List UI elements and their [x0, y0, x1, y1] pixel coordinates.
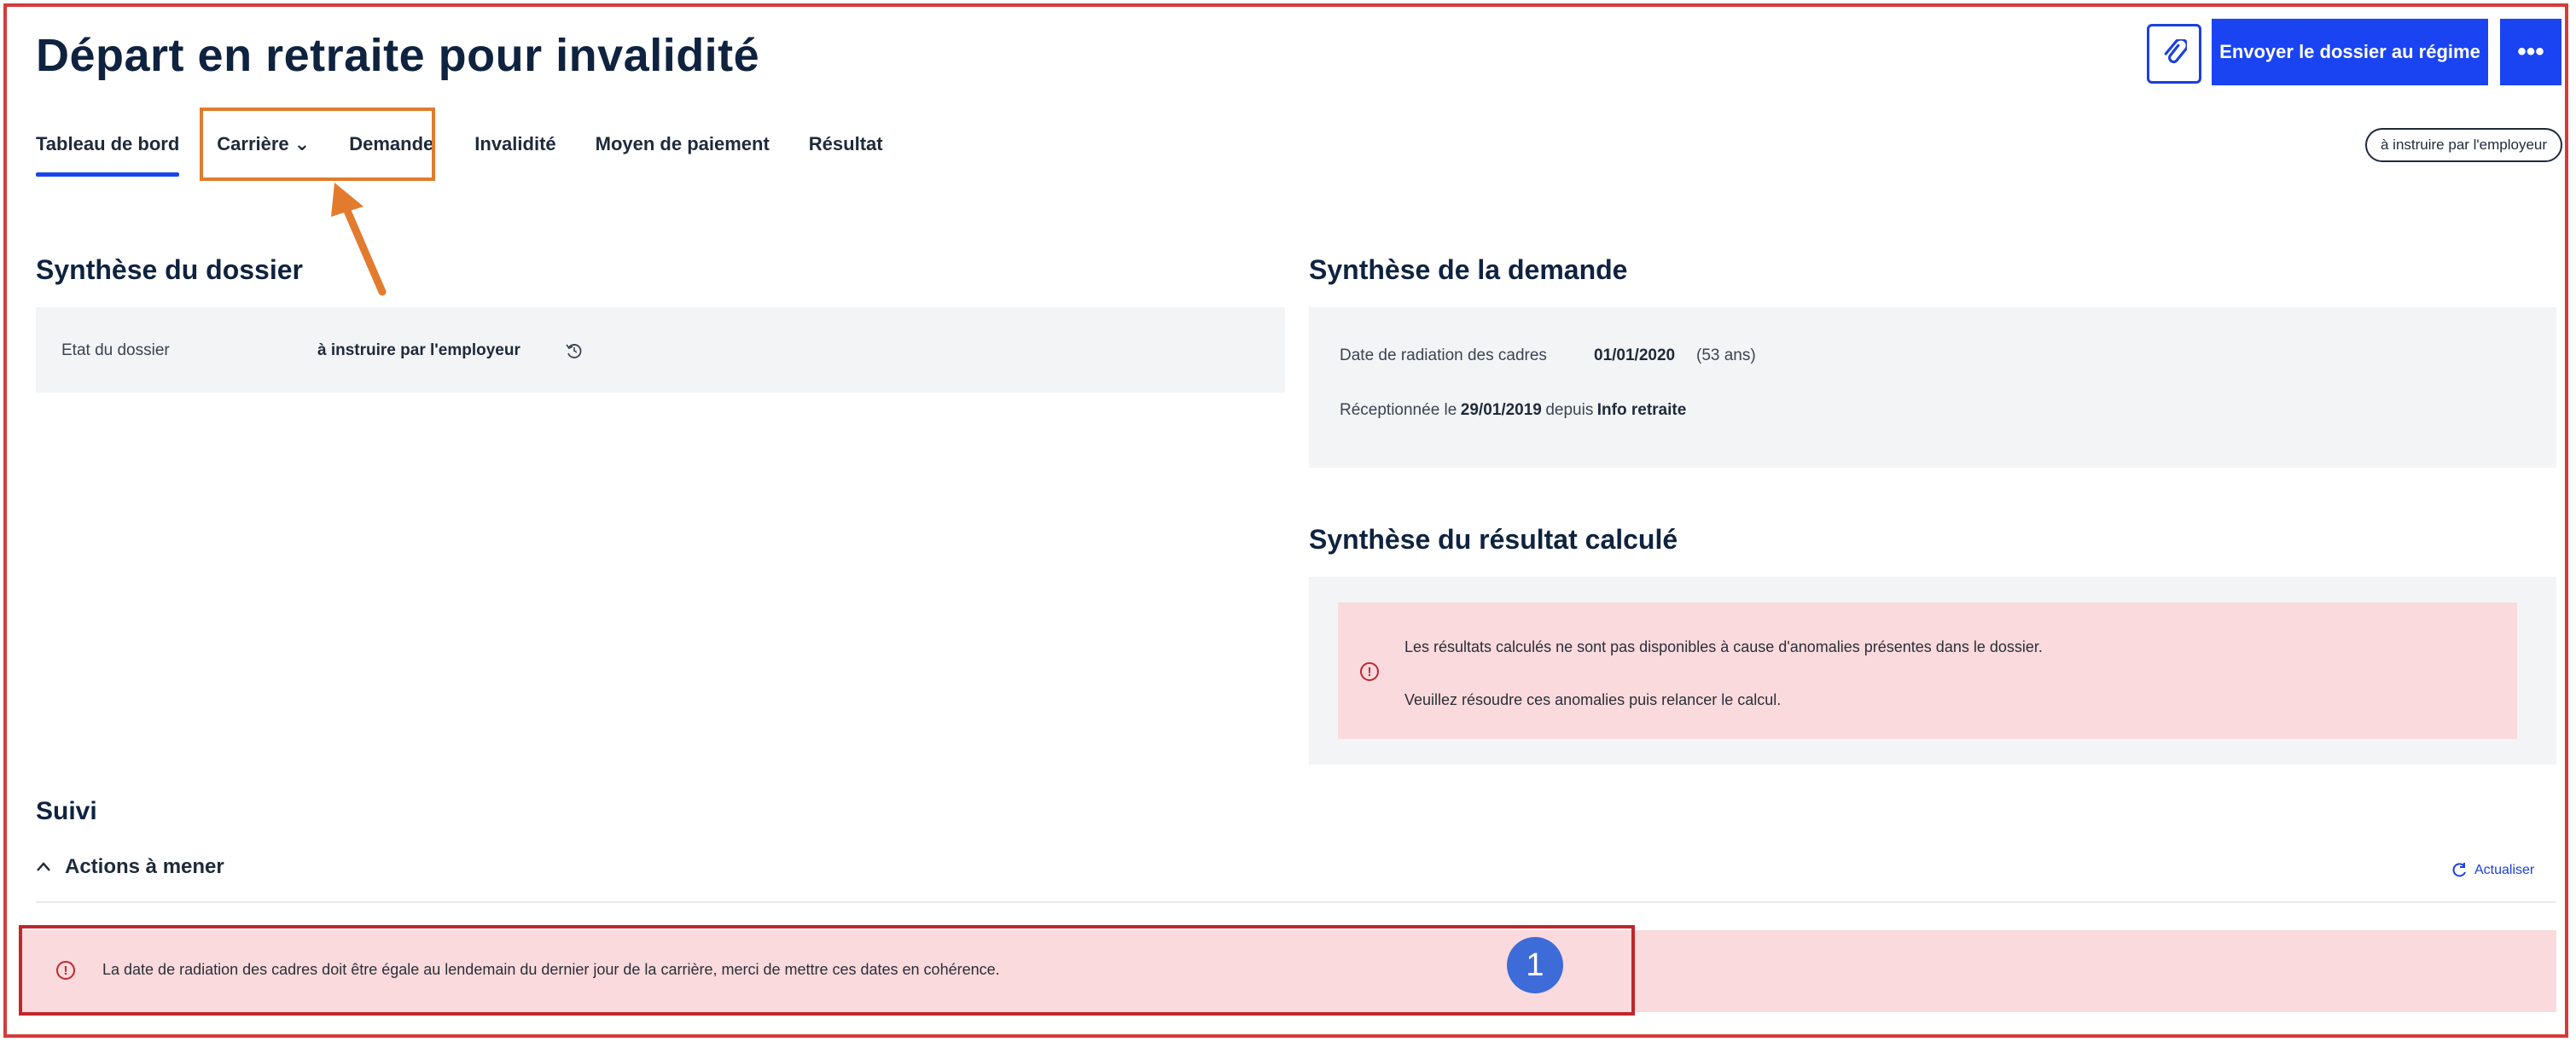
synthese-resultat-panel: ! Les résultats calculés ne sont pas dis…	[1309, 577, 2556, 765]
send-to-regime-button[interactable]: Envoyer le dossier au régime	[2212, 19, 2488, 85]
tab-bar: Tableau de bord Carrière ⌄ Demande Inval…	[36, 128, 883, 179]
actions-title: Actions à mener	[65, 855, 224, 878]
chevron-up-icon	[37, 862, 50, 871]
age-value: (53 ans)	[1696, 346, 1756, 364]
reception-mid: depuis	[1545, 401, 1594, 419]
resultat-alert: ! Les résultats calculés ne sont pas dis…	[1338, 602, 2517, 739]
annotation-badge: 1	[1507, 937, 1563, 993]
actions-divider	[36, 901, 2556, 903]
reception-prefix: Réceptionnée le	[1340, 401, 1457, 419]
synthese-dossier-title: Synthèse du dossier	[36, 254, 303, 285]
tab-invalidite[interactable]: Invalidité	[474, 128, 555, 179]
action-highlight-box	[19, 925, 1635, 1016]
reception-source: Info retraite	[1596, 401, 1687, 419]
etat-value: à instruire par l'employeur	[317, 341, 520, 359]
paperclip-icon	[2164, 39, 2187, 64]
reception-line: Réceptionnée le 29/01/2019 depuis Info r…	[1340, 401, 1686, 420]
tab-resultat[interactable]: Résultat	[809, 128, 883, 179]
status-badge: à instruire par l'employeur	[2365, 128, 2563, 162]
refresh-button[interactable]: Actualiser	[2451, 862, 2534, 879]
annotation-arrow	[331, 183, 387, 296]
synthese-dossier-panel: Etat du dossier à instruire par l'employ…	[36, 307, 1285, 393]
history-icon[interactable]	[565, 341, 584, 360]
tab-moyen-de-paiement[interactable]: Moyen de paiement	[596, 128, 770, 179]
synthese-demande-panel: Date de radiation des cadres 01/01/2020 …	[1309, 307, 2556, 468]
date-radiation-value: 01/01/2020	[1594, 346, 1676, 364]
synthese-resultat-title: Synthèse du résultat calculé	[1309, 524, 1678, 555]
actions-toggle[interactable]: Actions à mener	[36, 855, 224, 879]
resultat-alert-line2: Veuillez résoudre ces anomalies puis rel…	[1404, 691, 1782, 708]
etat-label: Etat du dossier	[61, 341, 170, 359]
refresh-label: Actualiser	[2474, 863, 2535, 877]
date-radiation-label: Date de radiation des cadres	[1340, 346, 1547, 364]
reception-date: 29/01/2019	[1460, 401, 1542, 419]
warning-icon: !	[1360, 662, 1379, 681]
synthese-demande-title: Synthèse de la demande	[1309, 254, 1628, 285]
tab-tableau-de-bord[interactable]: Tableau de bord	[36, 128, 180, 179]
suivi-title: Suivi	[36, 797, 97, 825]
refresh-icon	[2452, 863, 2466, 877]
attachment-button[interactable]	[2147, 24, 2201, 84]
page-title: Départ en retraite pour invalidité	[36, 30, 760, 81]
resultat-alert-line1: Les résultats calculés ne sont pas dispo…	[1404, 638, 2043, 655]
tabs-highlight-box	[200, 108, 435, 181]
more-actions-button[interactable]: •••	[2500, 19, 2561, 85]
